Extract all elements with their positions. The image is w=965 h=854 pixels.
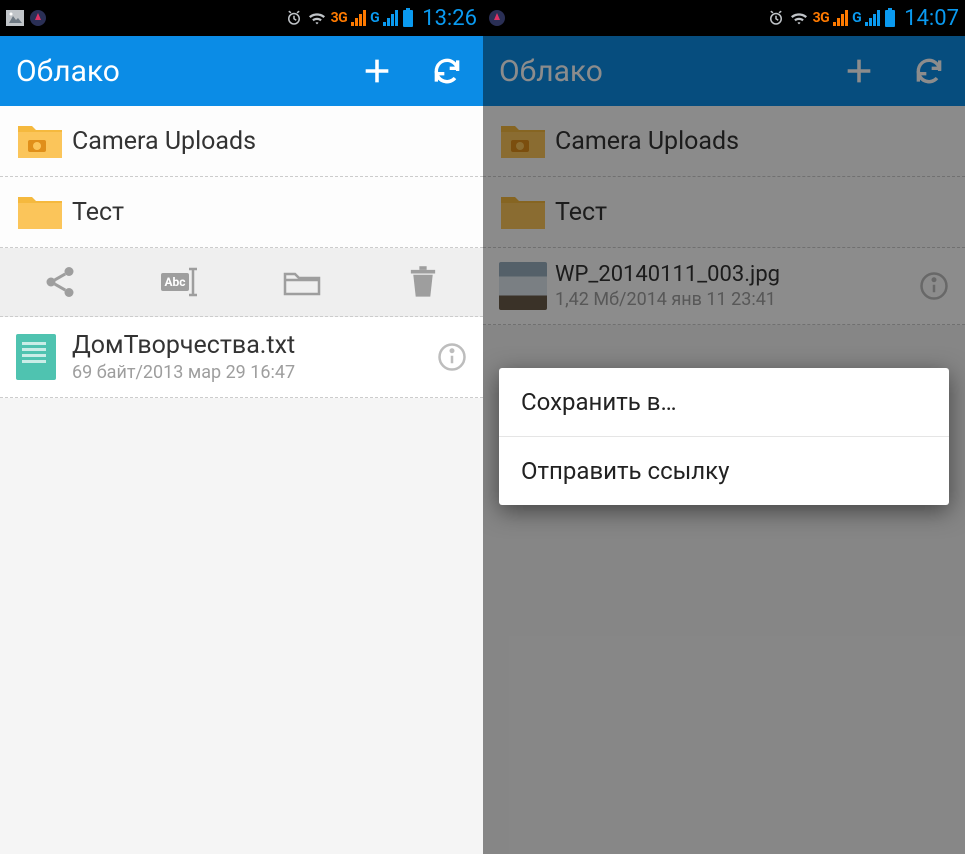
svg-text:Abc: Abc: [165, 275, 186, 289]
text-file-icon: [16, 334, 72, 380]
folder-name: Camera Uploads: [72, 127, 256, 156]
battery-icon: [884, 8, 896, 28]
popup-send-link-option[interactable]: Отправить ссылку: [499, 437, 949, 505]
battery-icon: [402, 8, 414, 28]
network-g-label: G: [852, 10, 861, 26]
alarm-icon: [285, 9, 303, 27]
context-action-bar: Abc: [0, 248, 483, 317]
wifi-icon: [789, 10, 809, 26]
popup-save-option[interactable]: Сохранить в…: [499, 368, 949, 437]
file-name: ДомТворчества.txt: [72, 331, 295, 360]
file-list: Camera Uploads Тест Abc До: [0, 106, 483, 398]
add-button[interactable]: [357, 51, 397, 91]
file-row[interactable]: ДомТворчества.txt 69 байт/2013 мар 29 16…: [0, 317, 483, 398]
network-3g-label: 3G: [813, 10, 830, 26]
folder-name: Тест: [72, 198, 124, 227]
signal-bars-icon: [351, 10, 366, 26]
network-g-label: G: [370, 10, 379, 26]
app-title: Облако: [16, 54, 120, 89]
alarm-icon: [767, 9, 785, 27]
wifi-icon: [307, 10, 327, 26]
app-badge-icon: [30, 10, 46, 26]
status-bar: 3G G 13:26: [0, 0, 483, 36]
folder-row[interactable]: Camera Uploads: [0, 106, 483, 177]
share-button[interactable]: [0, 248, 121, 316]
signal-bars-icon: [833, 10, 848, 26]
move-button[interactable]: [242, 248, 363, 316]
status-bar: 3G G 14:07: [483, 0, 965, 36]
folder-icon: [16, 191, 72, 233]
signal-bars-icon: [383, 10, 398, 26]
screenshot-right: 3G G 14:07 Облако: [483, 0, 965, 854]
screenshot-left: 3G G 13:26 Облако Camera Uploads: [0, 0, 483, 854]
folder-camera-icon: [16, 120, 72, 162]
clock-time: 14:07: [904, 6, 959, 31]
clock-time: 13:26: [422, 6, 477, 31]
app-bar: Облако: [0, 36, 483, 106]
info-button[interactable]: [437, 342, 467, 372]
share-popup: Сохранить в… Отправить ссылку: [499, 368, 949, 505]
empty-area: [0, 398, 483, 854]
delete-button[interactable]: [362, 248, 483, 316]
refresh-button[interactable]: [427, 51, 467, 91]
folder-row[interactable]: Тест: [0, 177, 483, 248]
gallery-icon: [6, 10, 24, 26]
file-metadata: 69 байт/2013 мар 29 16:47: [72, 362, 295, 383]
rename-button[interactable]: Abc: [121, 248, 242, 316]
signal-bars-icon: [865, 10, 880, 26]
app-badge-icon: [489, 10, 505, 26]
network-3g-label: 3G: [331, 10, 348, 26]
